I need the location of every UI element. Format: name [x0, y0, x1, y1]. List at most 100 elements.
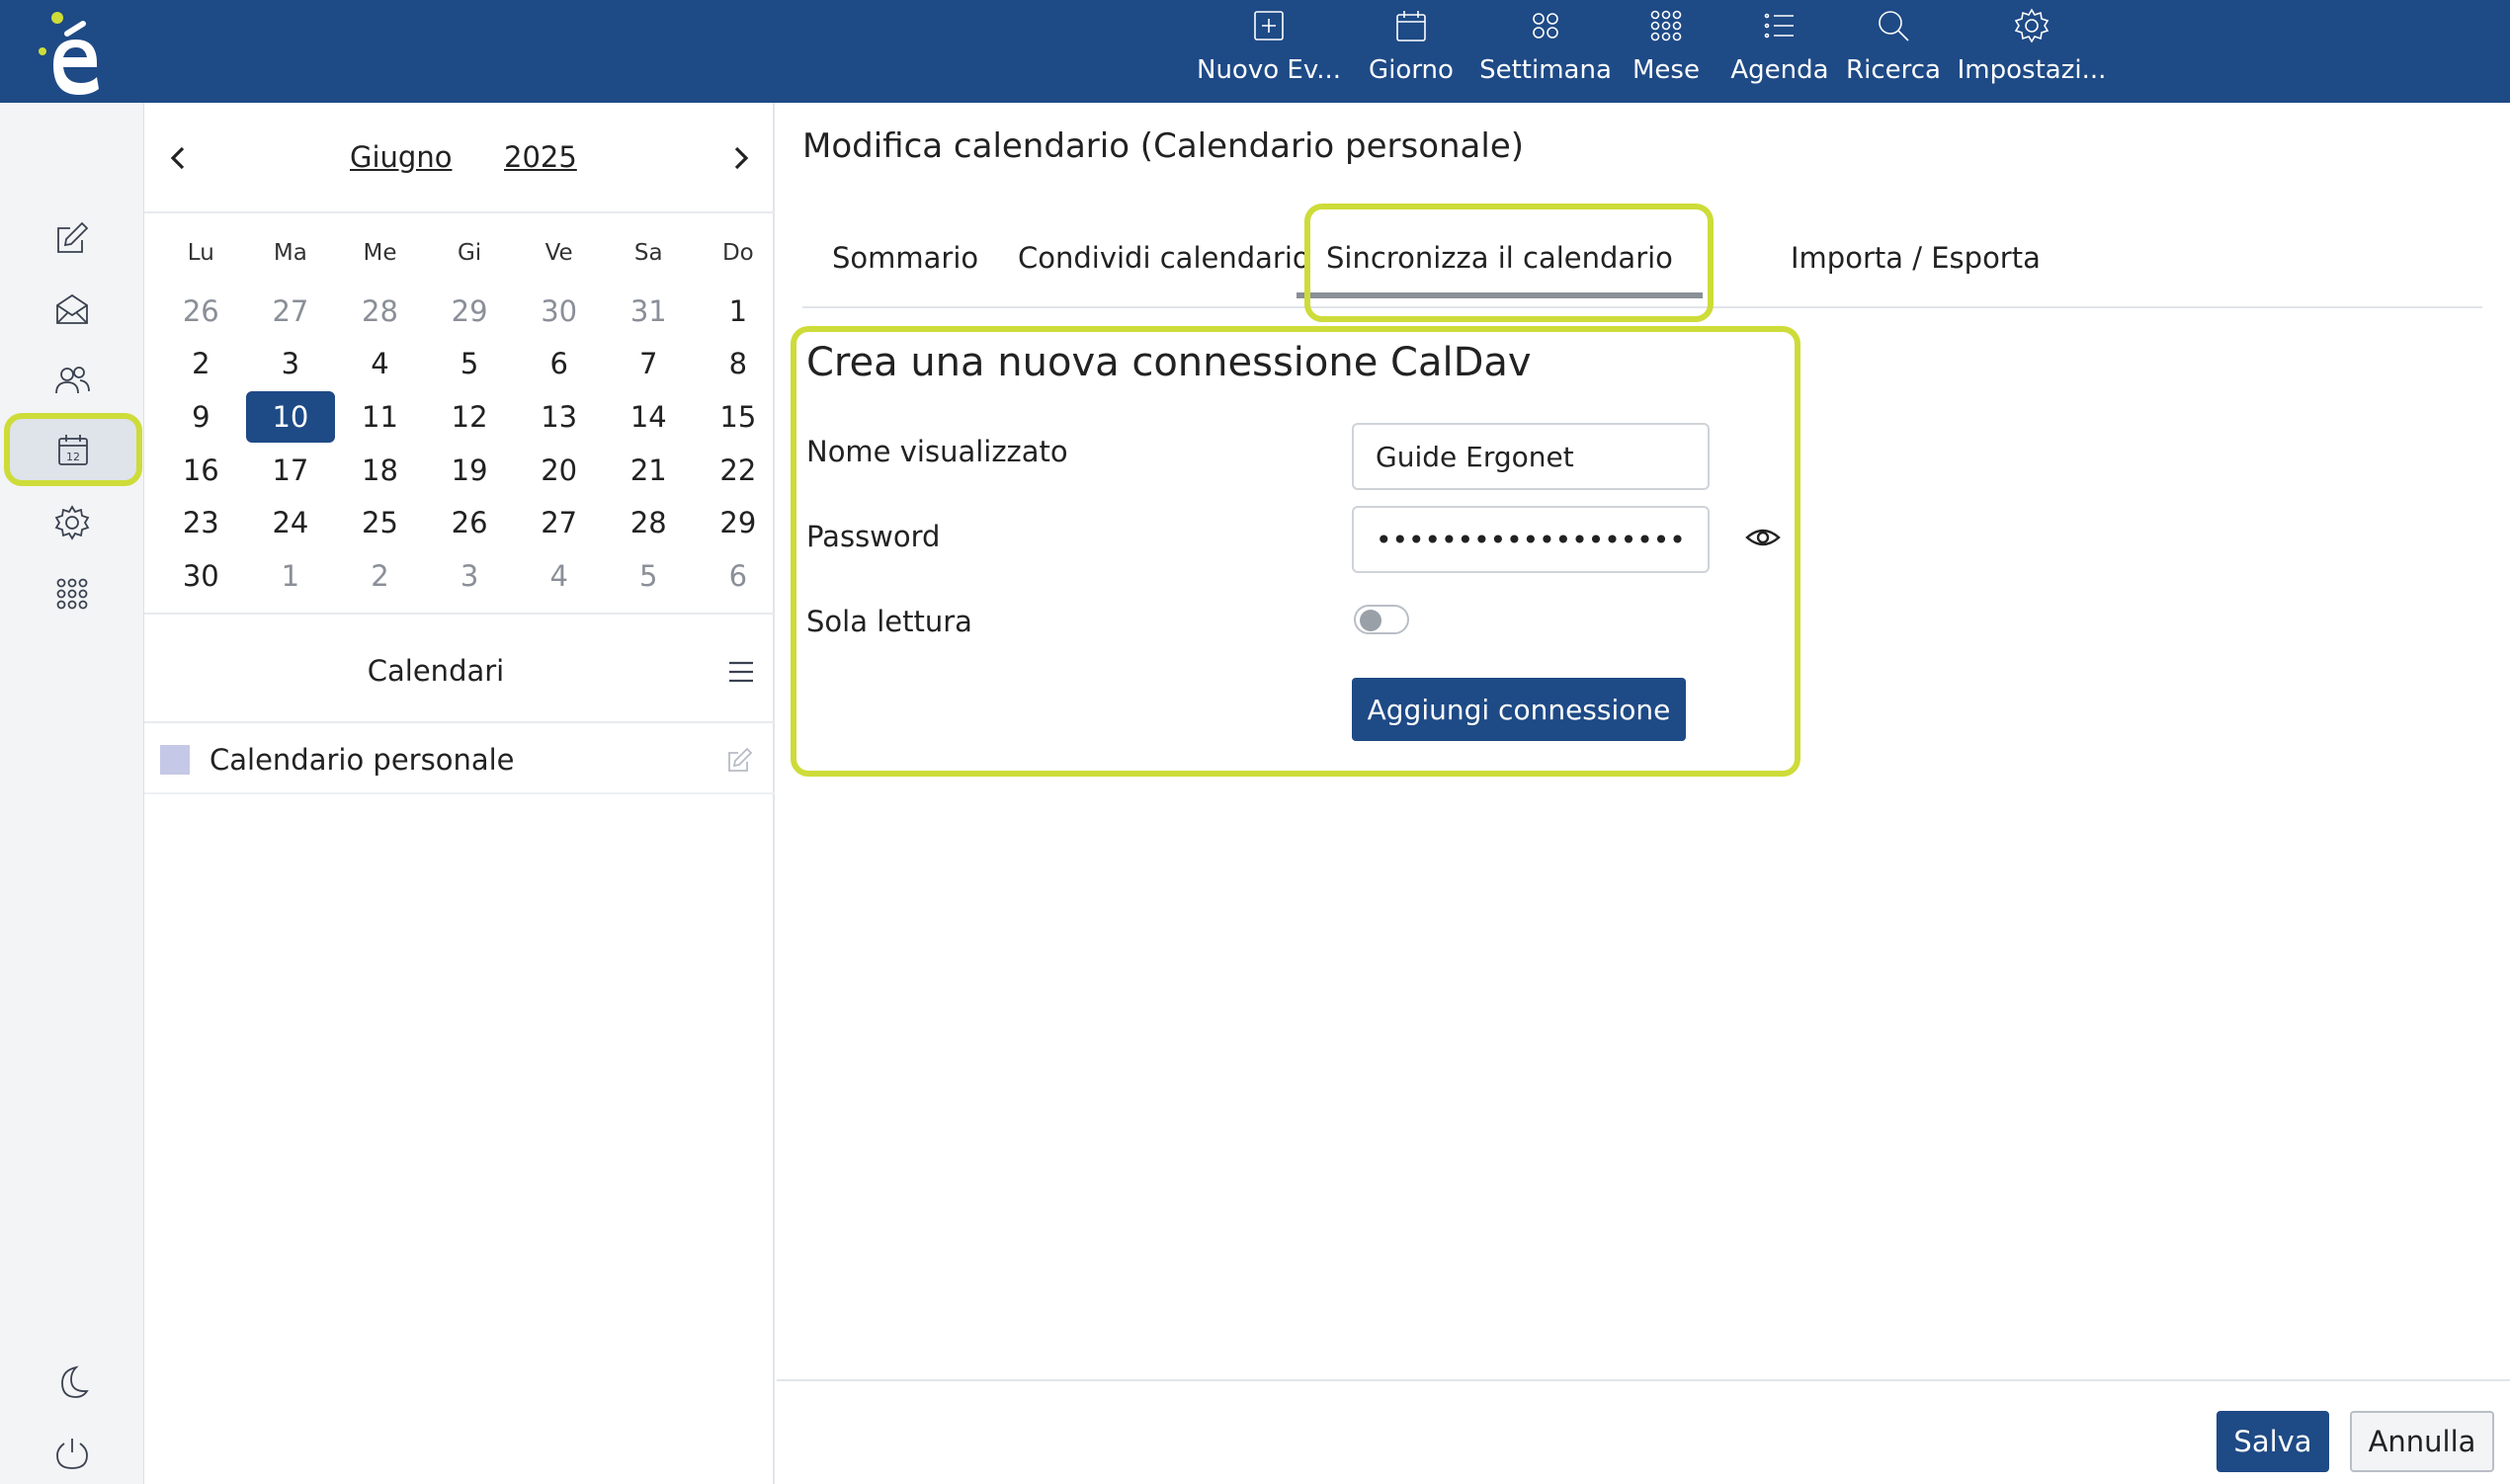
day-cell[interactable]: 28	[335, 294, 425, 328]
rail-mail-button[interactable]	[0, 273, 144, 346]
day-view-button[interactable]: Giorno	[1342, 0, 1480, 103]
day-cell[interactable]: 26	[425, 506, 515, 539]
left-rail: 12	[0, 103, 144, 1484]
rail-logout-button[interactable]	[0, 1417, 144, 1484]
day-cell[interactable]: 6	[694, 559, 784, 593]
calendars-header: Calendari	[144, 613, 775, 723]
week-row: 23 24 25 26 27 28 29	[156, 496, 785, 549]
password-label: Password	[806, 520, 941, 553]
day-cell[interactable]: 11	[335, 400, 425, 434]
day-cell[interactable]: 28	[604, 506, 694, 539]
plus-square-icon	[1254, 11, 1284, 41]
day-cell[interactable]: 21	[604, 453, 694, 487]
settings-icon	[54, 505, 90, 540]
day-cell[interactable]: 31	[604, 294, 694, 328]
contacts-icon	[55, 367, 90, 394]
day-cell[interactable]: 29	[425, 294, 515, 328]
week-view-button[interactable]: Settimana	[1479, 0, 1612, 103]
mini-calendar-year[interactable]: 2025	[504, 140, 577, 174]
day-cell[interactable]: 13	[514, 400, 604, 434]
calendar-list-item[interactable]: Calendario personale	[144, 723, 775, 794]
day-cell-today[interactable]: 10	[245, 390, 336, 443]
day-cell[interactable]: 4	[514, 559, 604, 593]
show-password-icon[interactable]	[1743, 518, 1783, 557]
chevron-right-icon	[734, 146, 749, 170]
tab-share-calendar[interactable]: Condividi calendario	[1018, 241, 1310, 275]
day-cell[interactable]: 19	[425, 453, 515, 487]
day-cell[interactable]: 3	[246, 347, 336, 380]
day-cell[interactable]: 1	[694, 294, 784, 328]
month-view-label: Mese	[1632, 55, 1700, 85]
calendar-color-swatch	[160, 745, 190, 775]
weekday-label: Do	[721, 240, 754, 266]
week-row: 2 3 4 5 6 7 8	[156, 338, 785, 391]
prev-month-button[interactable]	[158, 138, 198, 178]
day-cell[interactable]: 27	[514, 506, 604, 539]
save-button[interactable]: Salva	[2217, 1411, 2329, 1472]
search-icon	[1879, 11, 1909, 41]
day-cell[interactable]: 27	[246, 294, 336, 328]
day-cell[interactable]: 30	[156, 559, 246, 593]
day-cell[interactable]: 29	[694, 506, 784, 539]
day-cell[interactable]: 26	[156, 294, 246, 328]
mail-icon	[56, 293, 88, 324]
day-cell[interactable]: 6	[514, 347, 604, 380]
day-cell[interactable]: 14	[604, 400, 694, 434]
cancel-button[interactable]: Annulla	[2350, 1411, 2494, 1472]
day-cell[interactable]: 5	[604, 559, 694, 593]
next-month-button[interactable]	[721, 138, 761, 178]
day-cell[interactable]: 2	[335, 559, 425, 593]
edit-icon[interactable]	[725, 745, 755, 775]
day-cell[interactable]: 20	[514, 453, 604, 487]
day-cell[interactable]: 12	[425, 400, 515, 434]
day-cell[interactable]: 3	[425, 559, 515, 593]
agenda-view-button[interactable]: Agenda	[1721, 0, 1838, 103]
day-cell[interactable]: 1	[246, 559, 336, 593]
month-view-button[interactable]: Mese	[1611, 0, 1721, 103]
rail-calendar-button[interactable]: 12	[4, 413, 142, 486]
day-cell[interactable]: 4	[335, 347, 425, 380]
rail-dark-mode-button[interactable]	[0, 1346, 144, 1419]
app-logo[interactable]	[32, 6, 111, 97]
apps-icon	[56, 578, 88, 610]
rail-settings-button[interactable]	[0, 486, 144, 559]
new-event-button[interactable]: Nuovo Ev...	[1196, 0, 1342, 103]
day-cell[interactable]: 24	[246, 506, 336, 539]
readonly-toggle[interactable]	[1354, 605, 1409, 634]
rail-compose-button[interactable]	[0, 202, 144, 275]
day-cell[interactable]: 7	[604, 347, 694, 380]
day-cell[interactable]: 16	[156, 453, 246, 487]
day-cell[interactable]: 23	[156, 506, 246, 539]
hamburger-menu-icon[interactable]	[725, 656, 757, 688]
day-cell[interactable]: 18	[335, 453, 425, 487]
mini-calendar-month[interactable]: Giugno	[350, 140, 452, 174]
day-cell[interactable]: 25	[335, 506, 425, 539]
weekday-label: Sa	[633, 240, 663, 266]
day-cell[interactable]: 15	[694, 400, 784, 434]
weekday-row: Lu Ma Me Gi Ve Sa Do	[156, 221, 785, 285]
page-title: Modifica calendario (Calendario personal…	[802, 126, 1525, 166]
day-cell[interactable]: 8	[694, 347, 784, 380]
day-cell[interactable]: 30	[514, 294, 604, 328]
tab-summary[interactable]: Sommario	[832, 241, 978, 275]
day-cell[interactable]: 2	[156, 347, 246, 380]
search-button[interactable]: Ricerca	[1838, 0, 1949, 103]
readonly-label: Sola lettura	[806, 605, 972, 638]
mini-calendar-grid: Lu Ma Me Gi Ve Sa Do 26 27 28 29 30 31 1…	[156, 221, 785, 603]
day-cell[interactable]: 17	[246, 453, 336, 487]
add-connection-button[interactable]: Aggiungi connessione	[1352, 678, 1686, 741]
rail-apps-button[interactable]	[0, 557, 144, 630]
rail-contacts-button[interactable]	[0, 344, 144, 417]
power-icon	[56, 1439, 88, 1469]
day-cell[interactable]: 9	[156, 400, 246, 434]
password-input[interactable]	[1352, 506, 1710, 573]
display-name-label: Nome visualizzato	[806, 435, 1068, 468]
weekday-label: Ma	[273, 240, 307, 266]
day-cell[interactable]: 22	[694, 453, 784, 487]
caldav-form: Crea una nuova connessione CalDav Nome v…	[791, 326, 1800, 777]
weekday-label: Me	[363, 240, 397, 266]
day-cell[interactable]: 5	[425, 347, 515, 380]
display-name-input[interactable]	[1352, 423, 1710, 490]
settings-button[interactable]: Impostazi...	[1949, 0, 2115, 103]
tab-import-export[interactable]: Importa / Esporta	[1791, 241, 2041, 275]
